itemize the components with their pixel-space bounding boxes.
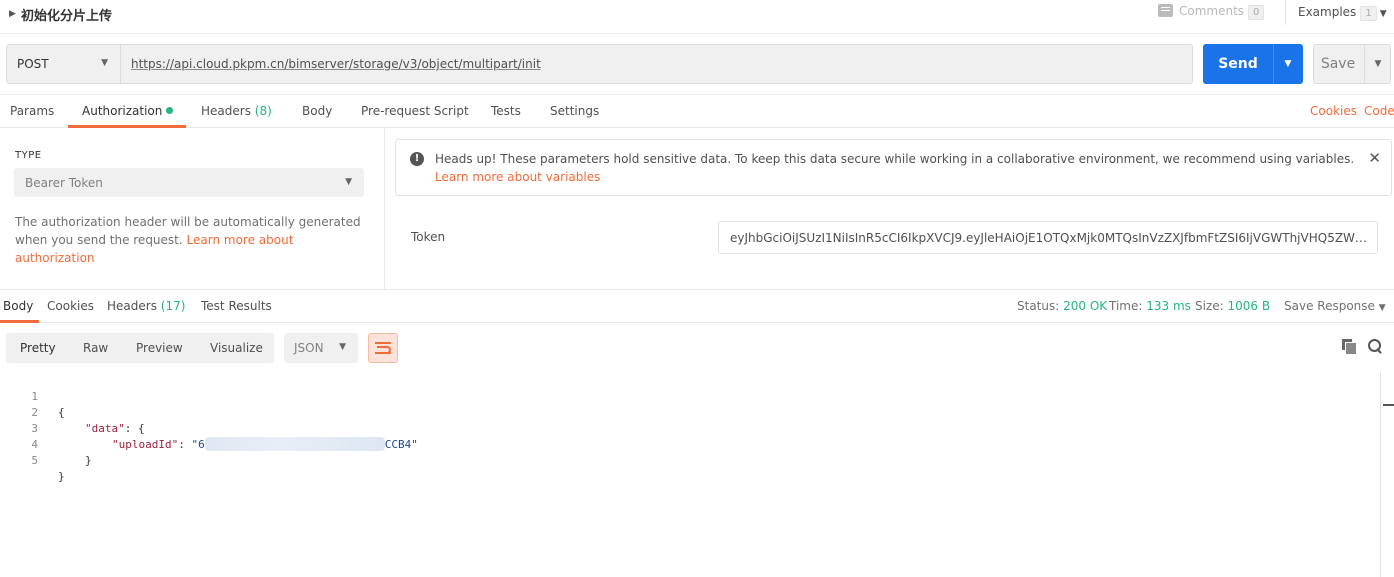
wrap-lines-icon[interactable]	[368, 333, 398, 363]
size-readout: Size: 1006 B	[1195, 299, 1270, 313]
response-tab-body[interactable]: Body	[3, 299, 33, 313]
format-value: JSON	[294, 341, 324, 355]
response-tabs: Body Cookies Headers (17) Test Results S…	[0, 289, 1394, 323]
comment-icon	[1158, 4, 1173, 17]
tab-authorization-label: Authorization	[82, 104, 163, 118]
format-select[interactable]: JSON ▼	[284, 333, 358, 363]
status-readout: Status: 200 OK	[1017, 299, 1107, 313]
code-line: 5 }	[0, 437, 1380, 483]
send-options-chevron-icon[interactable]: ▼	[1273, 44, 1303, 84]
response-tab-headers[interactable]: Headers (17)	[107, 299, 185, 313]
size-label: Size:	[1195, 299, 1224, 313]
request-title-bar: ▶ 初始化分片上传 Comments 0 Examples 1 ▼	[0, 0, 1394, 34]
save-button[interactable]: Save ▼	[1313, 44, 1391, 84]
status-label: Status:	[1017, 299, 1060, 313]
copy-icon[interactable]	[1342, 339, 1357, 355]
visualize-button[interactable]: Visualize	[210, 341, 263, 355]
view-mode-group: Pretty Raw Preview Visualize	[6, 333, 274, 363]
url-value: https://api.cloud.pkpm.cn/bimserver/stor…	[131, 57, 541, 71]
line-number: 5	[31, 454, 38, 467]
headers-count: (8)	[254, 104, 272, 118]
tab-body[interactable]: Body	[302, 104, 332, 118]
time-readout: Time: 133 ms	[1109, 299, 1191, 313]
method-select[interactable]: POST ▼	[6, 44, 121, 84]
alert-body: Heads up! These parameters hold sensitiv…	[435, 152, 1355, 166]
save-response-label: Save Response	[1284, 299, 1375, 313]
save-label[interactable]: Save	[1314, 45, 1362, 83]
token-label: Token	[411, 230, 446, 244]
preview-button[interactable]: Preview	[136, 341, 183, 355]
collapse-caret-icon[interactable]: ▶	[9, 9, 16, 19]
chevron-down-icon: ▼	[1379, 9, 1387, 19]
comments-label: Comments	[1179, 4, 1245, 18]
active-response-tab-indicator	[0, 320, 39, 323]
tab-pre-request-script[interactable]: Pre-request Script	[361, 104, 469, 118]
token-input[interactable]: eyJhbGciOiJSUzI1NiIsInR5cCI6IkpXVCJ9.eyJ…	[718, 221, 1378, 254]
code-line: 3 "uploadId": "6 CCB4"	[0, 405, 1380, 451]
time-value: 133 ms	[1146, 299, 1191, 313]
code-text: }	[85, 454, 92, 467]
tab-headers-label: Headers	[201, 104, 251, 118]
code-link[interactable]: Code	[1364, 104, 1394, 118]
status-dot-icon	[166, 107, 174, 114]
examples-button[interactable]: Examples 1 ▼	[1285, 0, 1387, 25]
tab-settings[interactable]: Settings	[550, 104, 599, 118]
size-value: 1006 B	[1227, 299, 1271, 313]
method-value: POST	[17, 57, 49, 71]
auth-type-value: Bearer Token	[25, 176, 103, 190]
chevron-down-icon: ▼	[345, 177, 352, 187]
code-line: 1 {	[0, 373, 1380, 419]
info-icon: !	[410, 152, 424, 166]
tab-authorization[interactable]: Authorization	[82, 104, 174, 118]
status-value: 200 OK	[1063, 299, 1108, 313]
search-icon[interactable]	[1368, 339, 1382, 353]
tab-params[interactable]: Params	[10, 104, 54, 118]
save-response-button[interactable]: Save Response ▼	[1284, 299, 1386, 313]
chevron-down-icon: ▼	[101, 58, 108, 68]
code-line: 4 }	[0, 421, 1380, 467]
comments-count-badge: 0	[1248, 5, 1265, 20]
chevron-down-icon: ▼	[1378, 303, 1386, 313]
response-headers-label: Headers	[107, 299, 157, 313]
response-tab-cookies[interactable]: Cookies	[47, 299, 94, 313]
close-icon[interactable]: ✕	[1368, 149, 1381, 167]
auth-type-panel: TYPE Bearer Token ▼ The authorization he…	[0, 128, 385, 289]
raw-button[interactable]: Raw	[83, 341, 108, 355]
tab-tests[interactable]: Tests	[491, 104, 521, 118]
save-options-chevron-icon[interactable]: ▼	[1365, 45, 1391, 83]
chevron-down-icon: ▼	[339, 342, 346, 352]
send-button[interactable]: Send ▼	[1203, 44, 1303, 84]
url-input[interactable]: https://api.cloud.pkpm.cn/bimserver/stor…	[121, 44, 1193, 84]
send-label[interactable]: Send	[1203, 44, 1273, 84]
pretty-button[interactable]: Pretty	[20, 341, 56, 355]
response-headers-count: (17)	[160, 299, 186, 313]
request-title[interactable]: 初始化分片上传	[21, 5, 112, 24]
cookies-link[interactable]: Cookies	[1310, 104, 1357, 118]
type-label: TYPE	[15, 150, 42, 161]
editor-scrollbar[interactable]	[1380, 372, 1394, 577]
response-tab-test-results[interactable]: Test Results	[201, 299, 272, 313]
tab-headers[interactable]: Headers (8)	[201, 104, 272, 118]
request-tabs: Params Authorization Headers (8) Body Pr…	[0, 94, 1394, 128]
time-label: Time:	[1109, 299, 1143, 313]
code-text: }	[58, 470, 65, 483]
response-body-editor[interactable]: 1 { 2 "data": { 3 "uploadId": "6 CCB4" 4 …	[0, 372, 1380, 577]
examples-count-badge: 1	[1360, 6, 1377, 21]
auth-help-text: The authorization header will be automat…	[15, 213, 375, 267]
code-line: 2 "data": {	[0, 389, 1380, 435]
sensitive-data-alert: ! Heads up! These parameters hold sensit…	[395, 139, 1392, 196]
comments-button[interactable]: Comments 0	[1158, 4, 1265, 20]
learn-more-variables-link[interactable]: Learn more about variables	[435, 170, 600, 184]
alert-text: Heads up! These parameters hold sensitiv…	[435, 150, 1360, 186]
auth-type-select[interactable]: Bearer Token ▼	[14, 168, 364, 197]
examples-label: Examples	[1298, 5, 1357, 19]
